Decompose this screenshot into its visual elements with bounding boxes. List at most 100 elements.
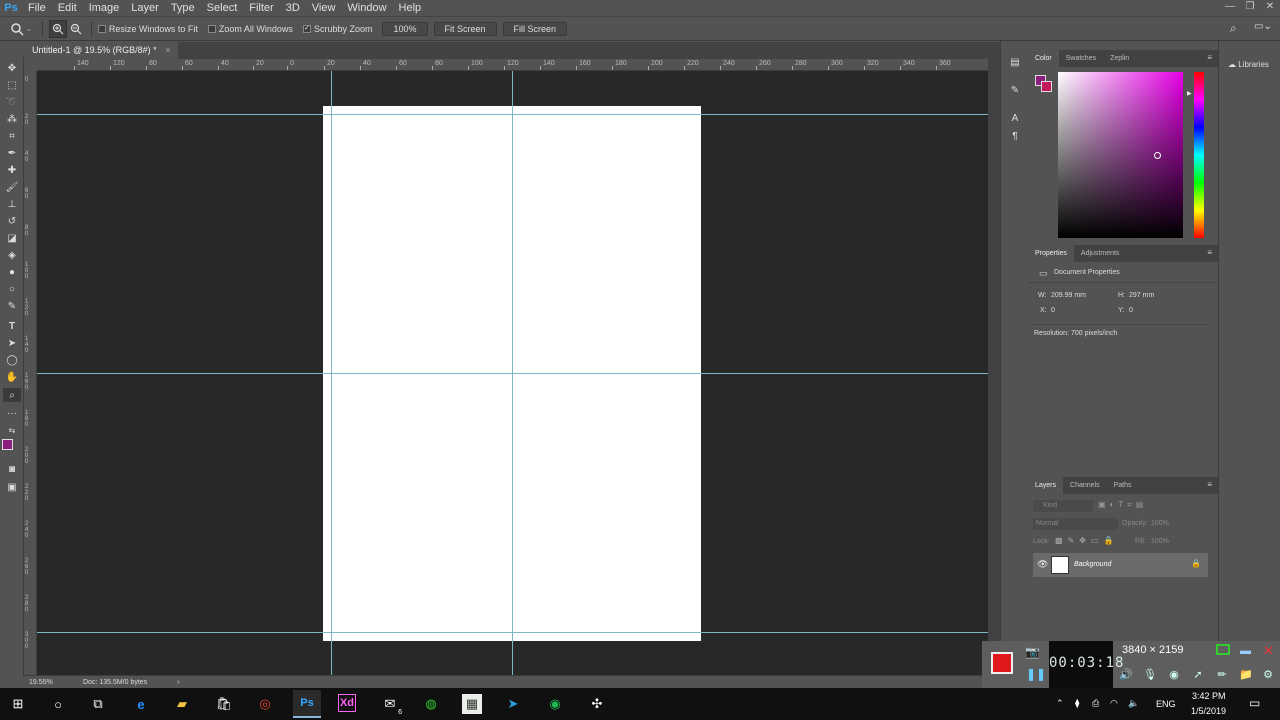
scrubby-zoom-checkbox[interactable]: ✓ Scrubby Zoom (302, 24, 372, 34)
tab-properties[interactable]: Properties (1028, 245, 1074, 262)
cortana-search-icon[interactable]: ○ (48, 694, 68, 714)
marquee-tool-icon[interactable]: ⬚ (3, 78, 21, 92)
dropbox-icon[interactable]: ⧫ (1075, 698, 1079, 709)
quick-mask-icon[interactable]: ◙ (3, 462, 21, 476)
character-panel-icon[interactable]: A (1008, 113, 1022, 127)
menu-file[interactable]: File (22, 0, 52, 16)
guide-vertical-center[interactable] (512, 71, 513, 675)
quick-select-tool-icon[interactable]: ⁂ (3, 112, 21, 126)
fit-screen-button[interactable]: Fit Screen (433, 21, 497, 36)
history-brush-tool-icon[interactable]: ↺ (3, 214, 21, 228)
width-value[interactable]: 209.99 mm (1051, 292, 1086, 299)
eyedropper-tool-icon[interactable]: ✒ (3, 146, 21, 160)
recorder-close-icon[interactable]: ✕ (1263, 643, 1274, 659)
layer-filter-icons[interactable]: ▣◐T⌗▤ (1098, 500, 1147, 510)
recorder-minimize-icon[interactable]: ▬ (1240, 645, 1251, 657)
menu-image[interactable]: Image (83, 0, 126, 16)
search-icon[interactable]: ⌕ (1230, 21, 1237, 36)
blur-tool-icon[interactable]: ● (3, 265, 21, 279)
resize-windows-checkbox[interactable]: Resize Windows to Fit (97, 24, 198, 34)
layer-filter-kind[interactable]: Kind (1033, 500, 1093, 512)
menu-help[interactable]: Help (393, 0, 428, 16)
restore-button[interactable]: ❐ (1240, 0, 1260, 16)
hand-tool-icon[interactable]: ✋ (3, 370, 21, 384)
paragraph-panel-icon[interactable]: ¶ (1008, 131, 1022, 145)
menu-3d[interactable]: 3D (280, 0, 306, 16)
clone-stamp-tool-icon[interactable]: ⊥ (3, 197, 21, 211)
screen-mode-icon[interactable]: ▣ (3, 480, 21, 494)
history-panel-icon[interactable]: ▤ (1008, 57, 1022, 71)
x-value[interactable]: 0 (1051, 307, 1055, 314)
network-icon[interactable]: ⎙ (1092, 698, 1099, 709)
libraries-button[interactable]: ☁ Libraries (1228, 60, 1269, 69)
chrome-icon[interactable]: ◎ (255, 694, 275, 714)
swap-colors-icon[interactable]: ⇆ (3, 423, 21, 437)
minimize-button[interactable]: — (1220, 0, 1240, 16)
menu-edit[interactable]: Edit (52, 0, 83, 16)
menu-filter[interactable]: Filter (243, 0, 279, 16)
more-tools-icon[interactable]: ··· (3, 406, 21, 420)
hue-slider-arrow-icon[interactable]: ▶ (1187, 90, 1192, 97)
tab-channels[interactable]: Channels (1063, 477, 1107, 494)
type-tool-icon[interactable]: T (3, 319, 21, 333)
guide-vertical-left[interactable] (331, 71, 332, 675)
clock-date[interactable]: 1/5/2019 (1191, 706, 1226, 716)
telegram-icon[interactable]: ➤ (503, 694, 523, 714)
close-button[interactable]: ✕ (1260, 0, 1280, 16)
tab-paths[interactable]: Paths (1107, 477, 1139, 494)
pause-icon[interactable]: ❚❚ (1026, 667, 1046, 681)
menu-type[interactable]: Type (165, 0, 201, 16)
brush-tool-icon[interactable]: 🖌 (3, 180, 21, 194)
fill-screen-button[interactable]: Fill Screen (502, 21, 568, 36)
microphone-icon[interactable]: 🎙 (1142, 668, 1158, 684)
panel-menu-icon[interactable]: ≡ (1207, 53, 1212, 62)
canvas-area[interactable] (37, 71, 988, 675)
layer-name[interactable]: Background (1074, 561, 1111, 568)
zoom-tool-icon[interactable] (8, 20, 26, 38)
crop-tool-icon[interactable]: ⌗ (3, 129, 21, 143)
app-image-icon[interactable]: ▦ (462, 694, 482, 714)
ellipse-tool-icon[interactable]: ◯ (3, 353, 21, 367)
color-picker-field[interactable] (1058, 72, 1183, 238)
edge-browser-icon[interactable]: e (131, 694, 151, 714)
zoom-level[interactable]: 19.55% (29, 679, 69, 686)
color-background-swatch[interactable] (1041, 81, 1052, 92)
store-icon[interactable]: 🛍 (214, 694, 234, 714)
hue-slider[interactable] (1194, 72, 1204, 238)
checkbox-box[interactable] (97, 24, 106, 33)
brush-settings-icon[interactable]: ✎ (1008, 85, 1022, 99)
menu-layer[interactable]: Layer (125, 0, 165, 16)
path-selection-tool-icon[interactable]: ➤ (3, 336, 21, 350)
opacity-value[interactable]: 100% (1151, 520, 1169, 527)
cursor-icon[interactable]: ➚ (1190, 668, 1206, 684)
color-picker-ring[interactable] (1154, 152, 1161, 159)
status-menu-arrow-icon[interactable]: › (177, 679, 179, 686)
spotify-icon[interactable]: ◉ (545, 694, 565, 714)
wifi-icon[interactable]: ◠ (1110, 698, 1118, 709)
zoom-tool-icon[interactable]: ⌕ (3, 388, 21, 402)
fullscreen-region-icon[interactable] (1216, 644, 1230, 655)
tab-layers[interactable]: Layers (1028, 477, 1064, 494)
clock-time[interactable]: 3:42 PM (1192, 691, 1226, 701)
panel-menu-icon[interactable]: ≡ (1207, 248, 1212, 257)
workspace-icon[interactable]: ▭⌄ (1254, 21, 1272, 32)
camera-icon[interactable]: 📷 (1025, 645, 1040, 659)
file-explorer-icon[interactable]: ▰ (172, 694, 192, 714)
adobe-xd-icon[interactable]: Xd (338, 694, 356, 712)
zoom-in-icon[interactable] (48, 19, 67, 38)
zoom-100-button[interactable]: 100% (382, 21, 428, 36)
visibility-eye-icon[interactable]: 👁 (1037, 559, 1048, 570)
healing-brush-tool-icon[interactable]: ✚ (3, 163, 21, 177)
tool-preset-chevron-icon[interactable]: ⌄ (26, 25, 32, 33)
menu-view[interactable]: View (306, 0, 342, 16)
eraser-tool-icon[interactable]: ◪ (3, 231, 21, 245)
y-value[interactable]: 0 (1129, 307, 1133, 314)
stop-record-button[interactable] (991, 652, 1013, 674)
layer-lock-icon[interactable]: 🔒 (1191, 559, 1201, 568)
app-globe-icon[interactable]: ◍ (421, 694, 441, 714)
layer-row-background[interactable]: 👁 Background 🔒 (1033, 553, 1208, 577)
photoshop-taskbar-icon[interactable]: Ps (293, 690, 321, 718)
dodge-tool-icon[interactable]: ○ (3, 282, 21, 296)
checkbox-box[interactable] (207, 24, 216, 33)
webcam-icon[interactable]: ◉ (1166, 668, 1182, 684)
